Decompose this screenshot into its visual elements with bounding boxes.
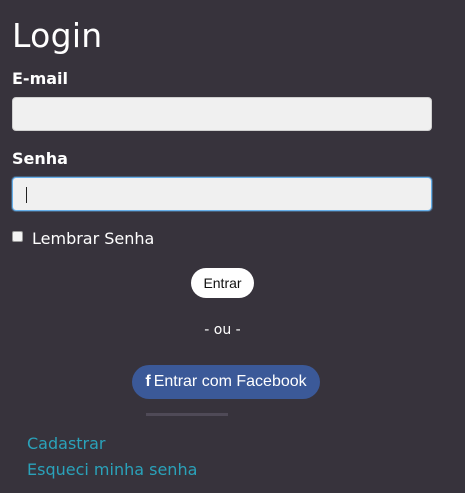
- register-link[interactable]: Cadastrar: [27, 434, 106, 454]
- remember-label[interactable]: Lembrar Senha: [32, 229, 154, 249]
- remember-checkbox[interactable]: [12, 231, 23, 242]
- password-field[interactable]: [12, 177, 432, 211]
- facebook-button-label: Entrar com Facebook: [153, 373, 307, 390]
- facebook-icon: f: [145, 373, 151, 390]
- email-field[interactable]: [12, 97, 432, 131]
- forgot-password-link[interactable]: Esqueci minha senha: [27, 460, 197, 480]
- password-label: Senha: [12, 149, 68, 168]
- text-cursor: [26, 187, 27, 203]
- page-title: Login: [12, 16, 103, 55]
- divider: [146, 413, 228, 416]
- login-button[interactable]: Entrar: [191, 268, 254, 298]
- or-separator: - ou -: [204, 322, 241, 338]
- facebook-login-button[interactable]: f Entrar com Facebook: [132, 365, 320, 399]
- email-label: E-mail: [12, 69, 69, 88]
